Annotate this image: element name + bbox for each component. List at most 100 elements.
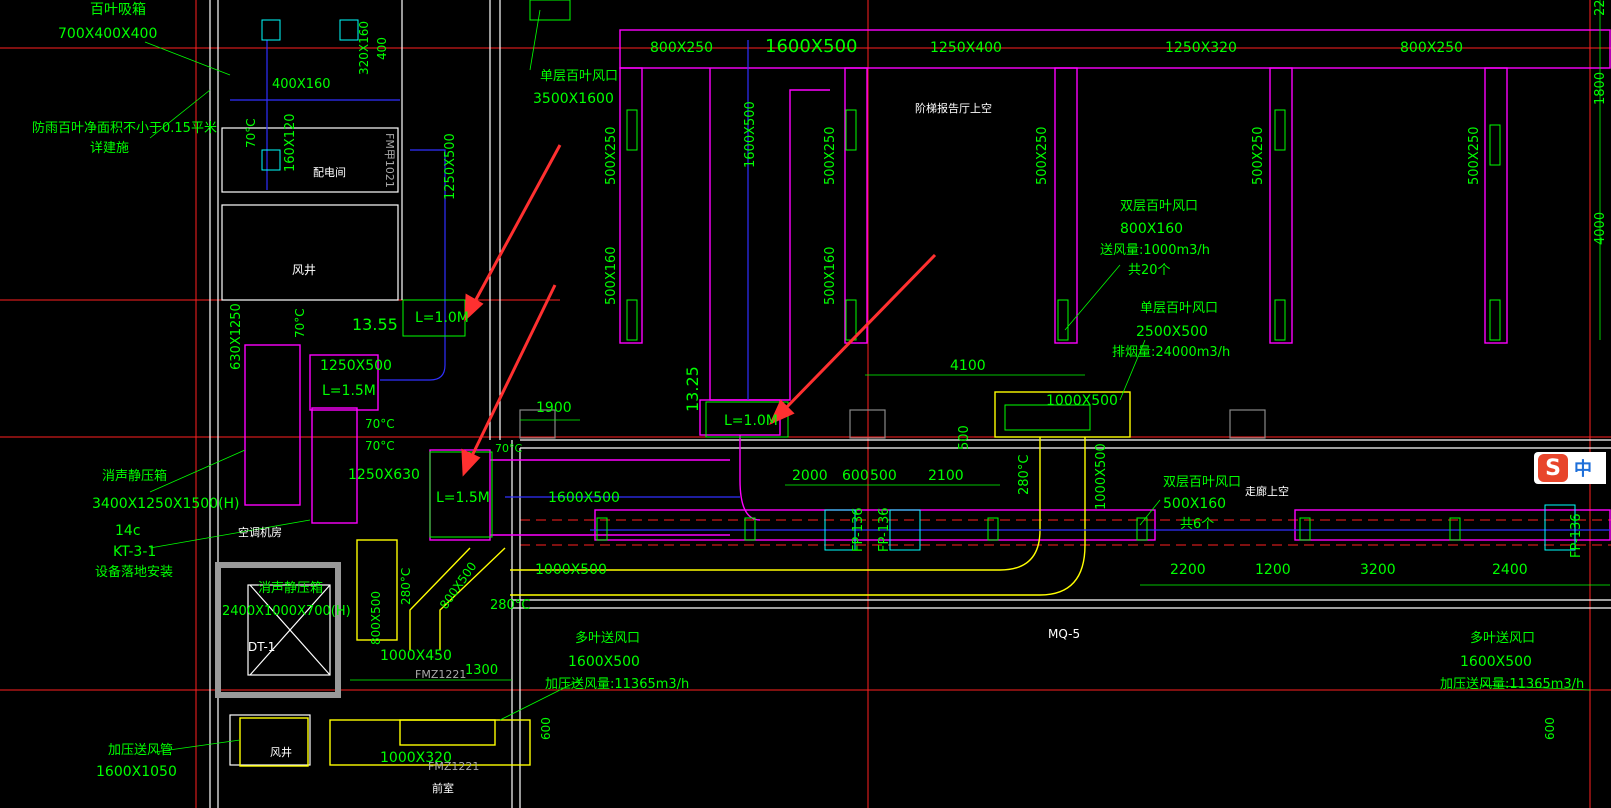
label: 设备落地安装 [95, 564, 173, 580]
label: 风井 [292, 263, 316, 277]
label: 3400X1250X1500(H) [92, 496, 240, 512]
label: 配电间 [313, 166, 346, 179]
label: 1250X400 [930, 40, 1002, 56]
label: 13.25 [683, 366, 702, 412]
label: FP-136 [877, 507, 892, 552]
label: FMZ1221 [415, 668, 466, 681]
label: 500X160 [823, 246, 838, 305]
label: L=1.5M [436, 490, 490, 506]
label: 共20个 [1128, 263, 1171, 278]
label: FP-136 [851, 507, 866, 552]
label: 1250X320 [1165, 40, 1237, 56]
label: 600 [539, 717, 553, 740]
label: 1600X500 [765, 36, 858, 57]
label: L=1.5M [322, 383, 376, 399]
label: 70°C [365, 439, 395, 453]
label: 14c [115, 523, 141, 539]
label: 百叶吸箱 [90, 2, 146, 18]
label: 空调机房 [238, 525, 282, 539]
label: 70°C [365, 417, 395, 431]
label: 防雨百叶净面积不小于0.15平米 [32, 120, 217, 136]
label: 1000X500 [1094, 443, 1109, 510]
label: 4000 [1593, 212, 1608, 245]
label: 280°C [490, 598, 530, 613]
label: 1600X500 [568, 654, 640, 670]
label: 加压送风量:11365m3/h [545, 677, 689, 692]
label: FMZ1221 [428, 760, 479, 773]
label: 1250X500 [320, 358, 392, 374]
label: 70°C [495, 442, 522, 455]
label: L=1.0M [724, 413, 778, 429]
label: 800X250 [1400, 40, 1463, 56]
cad-drawing[interactable]: 百叶吸箱 700X400X400 防雨百叶净面积不小于0.15平米 详建施 40… [0, 0, 1611, 808]
label: 加压送风量:11365m3/h [1440, 677, 1584, 692]
label: 500 [957, 425, 972, 450]
label: 160X120 [283, 113, 298, 172]
label: 消声静压箱 [258, 580, 323, 596]
label: 1600X500 [548, 490, 620, 506]
label: FM甲1021 [383, 133, 396, 188]
label: 1250X500 [443, 133, 458, 200]
label: 2200 [1170, 562, 1206, 578]
label: 详建施 [90, 141, 129, 156]
label: 1000X450 [380, 648, 452, 664]
ime-toolbar[interactable]: S 中 [1534, 452, 1606, 484]
label: FP-136 [1569, 513, 1584, 558]
label: 400X160 [272, 77, 331, 92]
label: 消声静压箱 [102, 468, 167, 484]
label: 70°C [244, 118, 258, 148]
label: DT-1 [248, 640, 275, 654]
label: 2400X1000X700(H) [222, 604, 351, 619]
label: 500X250 [604, 126, 619, 185]
label: 1600X500 [1460, 654, 1532, 670]
label: 1600X1050 [96, 764, 177, 780]
label: 单层百叶风口 [1140, 301, 1218, 316]
label: 500X160 [1163, 496, 1226, 512]
label: 2500X500 [1136, 324, 1208, 340]
label: 400 [375, 37, 389, 60]
label: 1300 [465, 663, 498, 678]
label: 3500X1600 [533, 91, 614, 107]
label: 2400 [1492, 562, 1528, 578]
label: 2000 [792, 468, 828, 484]
label: 500 [870, 468, 897, 484]
label: 1600X500 [743, 101, 758, 168]
label: 送风量:1000m3/h [1100, 243, 1210, 258]
label: 280°C [1017, 455, 1032, 495]
label: 1250X630 [348, 467, 420, 483]
label: 共6个 [1180, 517, 1214, 532]
label: 800X500 [369, 591, 383, 645]
label: 阶梯报告厅上空 [915, 101, 992, 115]
label: 多叶送风口 [1470, 630, 1535, 646]
ime-mode-label[interactable]: 中 [1574, 455, 1592, 481]
label: 风井 [270, 745, 292, 759]
label: 600 [1543, 717, 1557, 740]
label: 1200 [1255, 562, 1291, 578]
label: 3200 [1360, 562, 1396, 578]
label: KT-3-1 [113, 544, 156, 560]
label: 2100 [928, 468, 964, 484]
label: 500X250 [823, 126, 838, 185]
label: 22 [1593, 0, 1608, 16]
label: 走廊上空 [1245, 484, 1289, 498]
label: 500X250 [1035, 126, 1050, 185]
label: MQ-5 [1048, 627, 1080, 641]
label: 1900 [536, 400, 572, 416]
label: 700X400X400 [58, 26, 157, 42]
label: 500X250 [1251, 126, 1266, 185]
ime-logo-icon[interactable]: S [1538, 454, 1568, 482]
label: L=1.0M [415, 310, 469, 326]
label: 500X250 [1467, 126, 1482, 185]
label: 双层百叶风口 [1163, 475, 1241, 490]
label: 双层百叶风口 [1120, 199, 1198, 214]
label: 单层百叶风口 [540, 69, 618, 84]
label: 排烟量:24000m3/h [1112, 345, 1230, 360]
label: 500X160 [604, 246, 619, 305]
label: 1000X500 [1046, 393, 1118, 409]
label: 13.55 [352, 315, 398, 334]
label: 70°C [293, 308, 307, 338]
label: 800X160 [1120, 221, 1183, 237]
label: 320X160 [357, 21, 371, 75]
label: 前室 [432, 781, 454, 795]
label: 多叶送风口 [575, 630, 640, 646]
